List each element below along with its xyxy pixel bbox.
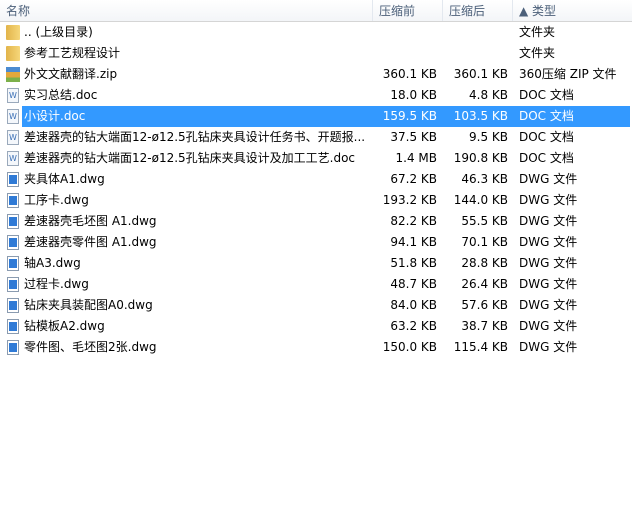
file-size: 94.1 KB bbox=[390, 235, 437, 249]
dwg-icon bbox=[7, 172, 19, 187]
file-row[interactable]: 外文文献翻译.zip 360.1 KB 360.1 KB 360压缩 ZIP 文… bbox=[0, 64, 632, 85]
dwg-icon bbox=[7, 340, 19, 355]
file-type: DOC 文档 bbox=[519, 151, 574, 165]
file-name: 差速器壳的钻大端面12-ø12.5孔钻床夹具设计及加工工艺.doc bbox=[24, 151, 356, 165]
file-packed-size: 55.5 KB bbox=[461, 214, 508, 228]
file-type: DWG 文件 bbox=[519, 298, 578, 312]
file-name: 工序卡.dwg bbox=[24, 193, 89, 207]
file-size: 37.5 KB bbox=[390, 130, 437, 144]
file-name: 轴A3.dwg bbox=[24, 256, 81, 270]
file-packed-size: 115.4 KB bbox=[453, 340, 508, 354]
dwg-icon bbox=[7, 193, 19, 208]
doc-icon bbox=[7, 130, 19, 145]
file-packed-size: 103.5 KB bbox=[453, 109, 508, 123]
file-type: 360压缩 ZIP 文件 bbox=[519, 67, 617, 81]
dwg-icon bbox=[7, 319, 19, 334]
zip-icon bbox=[6, 67, 20, 82]
file-type: DWG 文件 bbox=[519, 172, 578, 186]
column-packed[interactable]: 压缩后 bbox=[443, 0, 513, 21]
file-packed-size: 57.6 KB bbox=[461, 298, 508, 312]
file-type: DWG 文件 bbox=[519, 256, 578, 270]
file-type: DWG 文件 bbox=[519, 277, 578, 291]
dwg-icon bbox=[7, 214, 19, 229]
file-packed-size: 46.3 KB bbox=[461, 172, 508, 186]
file-type: DWG 文件 bbox=[519, 193, 578, 207]
file-size: 51.8 KB bbox=[390, 256, 437, 270]
file-packed-size: 28.8 KB bbox=[461, 256, 508, 270]
file-packed-size: 4.8 KB bbox=[469, 88, 508, 102]
file-row[interactable]: 差速器壳的钻大端面12-ø12.5孔钻床夹具设计任务书、开题报... 37.5 … bbox=[0, 127, 632, 148]
column-header: 名称 压缩前 压缩后 ▲ 类型 bbox=[0, 0, 632, 22]
file-size: 84.0 KB bbox=[390, 298, 437, 312]
file-list: .. (上级目录) 文件夹 参考工艺规程设计 文件夹 外文文献翻译.zip 36… bbox=[0, 22, 632, 358]
file-row[interactable]: 差速器壳零件图 A1.dwg 94.1 KB 70.1 KB DWG 文件 bbox=[0, 232, 632, 253]
file-row[interactable]: 零件图、毛坯图2张.dwg 150.0 KB 115.4 KB DWG 文件 bbox=[0, 337, 632, 358]
file-name: 差速器壳的钻大端面12-ø12.5孔钻床夹具设计任务书、开题报... bbox=[24, 130, 366, 144]
file-size: 67.2 KB bbox=[390, 172, 437, 186]
column-type[interactable]: ▲ 类型 bbox=[513, 0, 632, 21]
file-row[interactable]: 参考工艺规程设计 文件夹 bbox=[0, 43, 632, 64]
column-name[interactable]: 名称 bbox=[0, 0, 373, 21]
folder-icon bbox=[6, 25, 20, 40]
file-size: 193.2 KB bbox=[382, 193, 437, 207]
file-name: 差速器壳毛坯图 A1.dwg bbox=[24, 214, 157, 228]
file-type: DOC 文档 bbox=[519, 109, 574, 123]
file-type: DWG 文件 bbox=[519, 235, 578, 249]
file-name: 参考工艺规程设计 bbox=[24, 46, 121, 60]
file-type: DWG 文件 bbox=[519, 340, 578, 354]
file-row[interactable]: 实习总结.doc 18.0 KB 4.8 KB DOC 文档 bbox=[0, 85, 632, 106]
dwg-icon bbox=[7, 256, 19, 271]
file-name: .. (上级目录) bbox=[24, 25, 93, 39]
file-name: 过程卡.dwg bbox=[24, 277, 89, 291]
file-name: 钻床夹具装配图A0.dwg bbox=[24, 298, 153, 312]
file-name: 零件图、毛坯图2张.dwg bbox=[24, 340, 157, 354]
dwg-icon bbox=[7, 277, 19, 292]
file-size: 18.0 KB bbox=[390, 88, 437, 102]
file-packed-size: 38.7 KB bbox=[461, 319, 508, 333]
file-name: 外文文献翻译.zip bbox=[24, 67, 118, 81]
file-row[interactable]: .. (上级目录) 文件夹 bbox=[0, 22, 632, 43]
file-size: 1.4 MB bbox=[395, 151, 437, 165]
file-size: 150.0 KB bbox=[382, 340, 437, 354]
file-row[interactable]: 轴A3.dwg 51.8 KB 28.8 KB DWG 文件 bbox=[0, 253, 632, 274]
file-name: 实习总结.doc bbox=[24, 88, 98, 102]
file-size: 159.5 KB bbox=[382, 109, 437, 123]
file-row[interactable]: 工序卡.dwg 193.2 KB 144.0 KB DWG 文件 bbox=[0, 190, 632, 211]
file-name: 小设计.doc bbox=[24, 109, 86, 123]
file-row[interactable]: 夹具体A1.dwg 67.2 KB 46.3 KB DWG 文件 bbox=[0, 169, 632, 190]
folder-icon bbox=[6, 46, 20, 61]
file-packed-size: 144.0 KB bbox=[453, 193, 508, 207]
file-size: 82.2 KB bbox=[390, 214, 437, 228]
doc-icon bbox=[7, 88, 19, 103]
doc-icon bbox=[7, 109, 19, 124]
file-row[interactable]: 钻模板A2.dwg 63.2 KB 38.7 KB DWG 文件 bbox=[0, 316, 632, 337]
file-type: DOC 文档 bbox=[519, 88, 574, 102]
file-type: 文件夹 bbox=[519, 46, 556, 60]
file-type: DWG 文件 bbox=[519, 319, 578, 333]
dwg-icon bbox=[7, 235, 19, 250]
doc-icon bbox=[7, 151, 19, 166]
file-row[interactable]: 差速器壳毛坯图 A1.dwg 82.2 KB 55.5 KB DWG 文件 bbox=[0, 211, 632, 232]
file-size: 63.2 KB bbox=[390, 319, 437, 333]
file-name: 夹具体A1.dwg bbox=[24, 172, 105, 186]
file-type: 文件夹 bbox=[519, 25, 556, 39]
file-row[interactable]: 小设计.doc 159.5 KB 103.5 KB DOC 文档 bbox=[0, 106, 632, 127]
file-name: 差速器壳零件图 A1.dwg bbox=[24, 235, 157, 249]
column-size[interactable]: 压缩前 bbox=[373, 0, 443, 21]
file-packed-size: 70.1 KB bbox=[461, 235, 508, 249]
file-size: 360.1 KB bbox=[382, 67, 437, 81]
file-name: 钻模板A2.dwg bbox=[24, 319, 105, 333]
file-packed-size: 190.8 KB bbox=[453, 151, 508, 165]
file-type: DWG 文件 bbox=[519, 214, 578, 228]
file-size: 48.7 KB bbox=[390, 277, 437, 291]
file-row[interactable]: 过程卡.dwg 48.7 KB 26.4 KB DWG 文件 bbox=[0, 274, 632, 295]
file-type: DOC 文档 bbox=[519, 130, 574, 144]
file-row[interactable]: 差速器壳的钻大端面12-ø12.5孔钻床夹具设计及加工工艺.doc 1.4 MB… bbox=[0, 148, 632, 169]
file-packed-size: 9.5 KB bbox=[469, 130, 508, 144]
file-row[interactable]: 钻床夹具装配图A0.dwg 84.0 KB 57.6 KB DWG 文件 bbox=[0, 295, 632, 316]
file-packed-size: 360.1 KB bbox=[453, 67, 508, 81]
file-packed-size: 26.4 KB bbox=[461, 277, 508, 291]
dwg-icon bbox=[7, 298, 19, 313]
